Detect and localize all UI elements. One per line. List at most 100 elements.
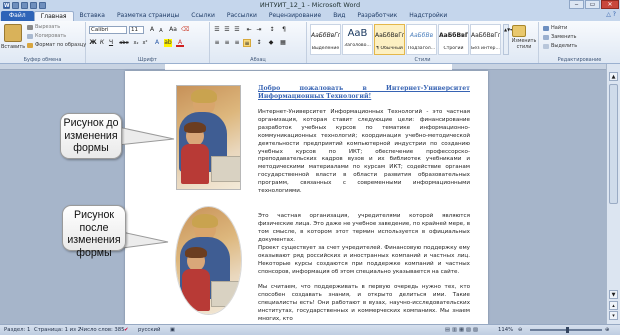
vertical-scrollbar[interactable]: ▲ ▼ ▴ ▾ bbox=[606, 64, 620, 324]
paragraph-group-label: Абзац bbox=[250, 57, 266, 63]
underline-button[interactable]: Ч bbox=[107, 39, 115, 47]
tab-references[interactable]: Ссылки bbox=[185, 11, 221, 21]
align-center-icon[interactable]: ≡ bbox=[223, 39, 231, 47]
callout-before: Рисунок до изменения формы bbox=[60, 113, 122, 159]
status-page[interactable]: Страница: 1 из 2 bbox=[34, 325, 81, 335]
text-effects-button[interactable]: A bbox=[153, 39, 161, 47]
style-heading[interactable]: АаВ Заголово... bbox=[342, 24, 373, 55]
italic-button[interactable]: К bbox=[98, 39, 106, 47]
style-subtitle[interactable]: АаБбВв Подзагол... bbox=[406, 24, 437, 55]
status-section[interactable]: Раздел: 1 bbox=[4, 325, 30, 335]
style-sample: АаВ bbox=[347, 28, 368, 39]
scroll-thumb[interactable] bbox=[609, 84, 618, 204]
style-no-spacing[interactable]: АаБбВвГг Без интер... bbox=[470, 24, 501, 55]
scroll-down-icon[interactable]: ▼ bbox=[609, 290, 618, 299]
subscript-button[interactable]: x₂ bbox=[132, 39, 140, 47]
change-styles-icon[interactable] bbox=[512, 25, 526, 37]
grow-font-button[interactable]: A bbox=[148, 26, 156, 34]
prev-page-icon[interactable]: ▴ bbox=[609, 301, 618, 310]
multilevel-list-icon[interactable]: ☰ bbox=[233, 26, 241, 34]
scroll-up-icon[interactable]: ▲ bbox=[609, 72, 618, 81]
status-words[interactable]: Число слов: 385 bbox=[80, 325, 125, 335]
horizontal-ruler[interactable] bbox=[0, 64, 606, 70]
paragraph-2: Это частная организация, учредителями ко… bbox=[258, 213, 470, 243]
scissors-icon bbox=[27, 24, 33, 30]
tab-review[interactable]: Рецензирование bbox=[263, 11, 327, 21]
cut-button[interactable]: Вырезать bbox=[27, 24, 60, 30]
shrink-font-button[interactable]: A bbox=[157, 27, 165, 35]
copy-button[interactable]: Копировать bbox=[27, 33, 66, 39]
cursor-icon bbox=[543, 43, 549, 49]
font-size-select[interactable]: 11 bbox=[129, 26, 144, 34]
styles-scroll-icon[interactable]: ▲▼▾ bbox=[503, 24, 512, 55]
paste-icon[interactable] bbox=[4, 24, 22, 42]
minimize-button[interactable]: ‒ bbox=[569, 0, 584, 9]
sort-icon[interactable]: ↕ bbox=[268, 26, 276, 34]
strikethrough-button[interactable]: abe bbox=[118, 39, 130, 47]
clear-format-icon[interactable]: ⌫ bbox=[181, 26, 189, 34]
style-emphasis[interactable]: АаБбВвГг Выделение bbox=[310, 24, 341, 55]
zoom-slider-thumb[interactable] bbox=[566, 327, 569, 333]
tab-insert[interactable]: Вставка bbox=[74, 11, 111, 21]
paragraph-group: ☰ ☰ ☰ ⇤ ⇥ ↕ ¶ ≡ ≡ ≡ ≡ ↕ ◆ ▦ Абзац bbox=[210, 22, 307, 63]
title-bar: W ИНТУИТ_12_1 - Microsoft Word ‒ ▭ ✕ bbox=[0, 0, 620, 10]
select-button[interactable]: Выделить bbox=[543, 43, 577, 49]
help-icon[interactable]: △ ? bbox=[606, 11, 616, 18]
tab-mailings[interactable]: Рассылки bbox=[221, 11, 263, 21]
tab-developer[interactable]: Разработчик bbox=[351, 11, 403, 21]
style-name: Без интер... bbox=[471, 46, 500, 51]
spellcheck-icon[interactable]: ✔ bbox=[124, 325, 128, 335]
close-button[interactable]: ✕ bbox=[601, 0, 619, 9]
change-case-button[interactable]: Aa bbox=[168, 26, 178, 34]
superscript-button[interactable]: x² bbox=[141, 39, 149, 47]
font-color-button[interactable]: A bbox=[176, 39, 184, 47]
style-name: ¶ Обычный bbox=[376, 46, 403, 51]
replace-button[interactable]: Заменить bbox=[543, 34, 577, 40]
format-painter-button[interactable]: Формат по образцу bbox=[27, 42, 86, 48]
paste-button[interactable]: Вставить bbox=[1, 44, 25, 50]
borders-icon[interactable]: ▦ bbox=[279, 39, 287, 47]
font-name-select[interactable]: Calibri bbox=[89, 26, 127, 34]
cut-label: Вырезать bbox=[35, 24, 61, 30]
line-spacing-icon[interactable]: ↕ bbox=[255, 39, 263, 47]
increase-indent-icon[interactable]: ⇥ bbox=[255, 26, 263, 34]
decrease-indent-icon[interactable]: ⇤ bbox=[245, 26, 253, 34]
status-language[interactable]: русский bbox=[138, 325, 160, 335]
highlight-button[interactable]: ab bbox=[164, 39, 172, 47]
tab-addins[interactable]: Надстройки bbox=[403, 11, 453, 21]
bullets-icon[interactable]: ☰ bbox=[213, 26, 221, 34]
change-styles-button[interactable]: Изменить стили bbox=[510, 39, 538, 50]
tab-view[interactable]: Вид bbox=[327, 11, 351, 21]
copy-icon bbox=[27, 33, 33, 39]
zoom-level[interactable]: 114% bbox=[498, 325, 513, 335]
select-label: Выделить bbox=[551, 43, 578, 49]
paragraph-3: Проект существует за счет учредителей. Ф… bbox=[258, 245, 470, 275]
style-strong[interactable]: АаБбВвГг Строгий bbox=[438, 24, 469, 55]
next-page-icon[interactable]: ▾ bbox=[609, 311, 618, 320]
maximize-button[interactable]: ▭ bbox=[585, 0, 600, 9]
font-group: Calibri 11 A A Aa ⌫ Ж К Ч abe x₂ x² A ab… bbox=[86, 22, 210, 63]
photo-original[interactable] bbox=[176, 85, 241, 190]
document-page[interactable]: Добро пожаловать в Интернет-Университет … bbox=[125, 71, 488, 324]
zoom-out-icon[interactable]: ⊖ bbox=[518, 325, 522, 335]
style-normal[interactable]: АаБбВвГг ¶ Обычный bbox=[374, 24, 405, 55]
bold-button[interactable]: Ж bbox=[89, 39, 97, 47]
ribbon-tabs: Файл Главная Вставка Разметка страницы С… bbox=[0, 10, 620, 21]
justify-icon[interactable]: ≡ bbox=[243, 39, 251, 47]
photo-oval[interactable] bbox=[176, 207, 241, 314]
view-buttons-icon[interactable]: ▤▥▦▧▨ bbox=[445, 325, 480, 335]
shading-icon[interactable]: ◆ bbox=[267, 39, 275, 47]
align-right-icon[interactable]: ≡ bbox=[233, 39, 241, 47]
find-button[interactable]: Найти bbox=[543, 25, 567, 31]
show-marks-icon[interactable]: ¶ bbox=[280, 26, 288, 34]
macro-icon[interactable]: ▣ bbox=[170, 325, 175, 335]
replace-icon bbox=[543, 34, 549, 40]
document-heading: Добро пожаловать в Интернет-Университет … bbox=[258, 85, 470, 100]
tab-file[interactable]: Файл bbox=[1, 11, 34, 21]
clipboard-group: Вставить Вырезать Копировать Формат по о… bbox=[0, 22, 86, 63]
zoom-in-icon[interactable]: ⊕ bbox=[605, 325, 609, 335]
align-left-icon[interactable]: ≡ bbox=[213, 39, 221, 47]
tab-page-layout[interactable]: Разметка страницы bbox=[111, 11, 185, 21]
tab-home[interactable]: Главная bbox=[33, 11, 74, 21]
numbering-icon[interactable]: ☰ bbox=[223, 26, 231, 34]
